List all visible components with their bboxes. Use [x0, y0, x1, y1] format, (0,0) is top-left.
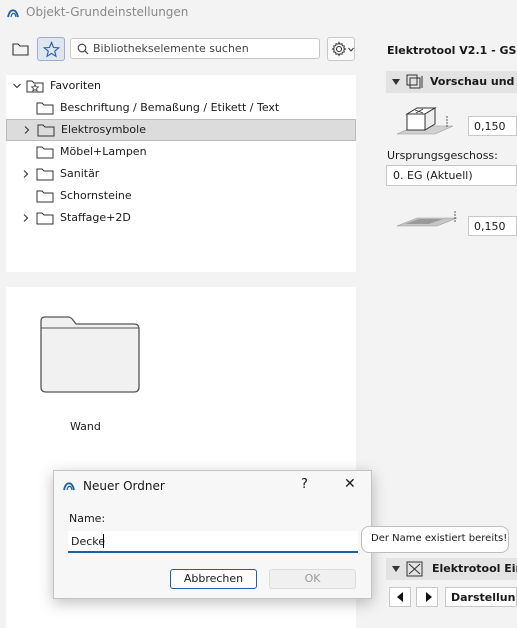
folder-tile-wand[interactable]: Wand	[30, 307, 150, 433]
section-label: Elektrotool Einst	[432, 562, 517, 575]
chevron-down-icon	[392, 79, 400, 85]
view-select-value: Darstellung 3	[451, 591, 517, 604]
elevation-value: 0,150	[474, 120, 506, 133]
name-field[interactable]: Decke	[68, 531, 358, 553]
folder-icon	[36, 212, 54, 225]
tree-item-label: Favoriten	[50, 79, 101, 92]
chevron-down-icon	[348, 47, 354, 52]
window-titlebar: Objekt-Grundeinstellungen	[0, 0, 517, 26]
name-label: Name:	[69, 512, 106, 525]
folder-icon	[36, 146, 54, 159]
next-page-button[interactable]	[416, 587, 438, 607]
settings-button[interactable]	[327, 37, 355, 61]
cancel-button[interactable]: Abbrechen	[170, 569, 257, 589]
search-input[interactable]: Bibliothekselemente suchen	[93, 42, 249, 55]
folder-icon	[37, 124, 55, 137]
chevron-down-icon[interactable]	[12, 81, 22, 91]
chevron-right-icon[interactable]	[21, 213, 31, 223]
section-header-preview[interactable]: Vorschau und Po	[386, 71, 517, 93]
large-folder-icon	[40, 316, 140, 393]
tree-item-label: Staffage+2D	[60, 211, 131, 224]
tree-item-moebel-lampen[interactable]: Möbel+Lampen	[6, 141, 356, 163]
tooltip-text: Der Name existiert bereits!	[371, 533, 508, 544]
tree-item-favoriten[interactable]: Favoriten	[6, 75, 356, 97]
favorites-button[interactable]	[37, 37, 65, 61]
elevation-input-2[interactable]: 0,150	[468, 216, 517, 236]
elevation-input-1[interactable]: 0,150	[468, 116, 517, 136]
ok-button[interactable]: OK	[269, 569, 356, 589]
folder-icon	[36, 102, 54, 115]
new-folder-dialog: Neuer Ordner ? ✕ Name: Decke Abbrechen O…	[53, 470, 372, 599]
tree-item-label: Beschriftung / Bemaßung / Etikett / Text	[60, 101, 280, 114]
folder-icon	[36, 168, 54, 181]
tree-item-label: Elektrosymbole	[61, 123, 146, 136]
tree-item-sanitaer[interactable]: Sanitär	[6, 163, 356, 185]
origin-story-select[interactable]: 0. EG (Aktuell)	[386, 165, 517, 186]
close-icon[interactable]: ✕	[344, 476, 356, 492]
search-icon	[77, 43, 89, 55]
chevron-right-icon[interactable]	[22, 125, 32, 135]
tree-item-label: Sanitär	[60, 167, 100, 180]
dialog-title: Neuer Ordner	[83, 479, 165, 493]
chevron-down-icon	[392, 566, 400, 572]
triangle-right-icon	[426, 592, 432, 602]
name-input[interactable]: Decke	[71, 535, 105, 548]
folder-view-button[interactable]	[9, 38, 33, 60]
gear-icon	[331, 41, 347, 57]
object-title: Elektrotool V2.1 - GSDE	[387, 44, 517, 57]
preview-position-icon	[406, 74, 423, 89]
tree-item-label: Möbel+Lampen	[60, 145, 147, 158]
section-label: Vorschau und Po	[430, 75, 517, 88]
section-header-elektrotool[interactable]: Elektrotool Einst	[386, 558, 517, 580]
app-logo-icon	[7, 9, 19, 18]
help-button[interactable]: ?	[301, 477, 308, 492]
tree-item-label: Schornsteine	[60, 189, 132, 202]
tree-item-elektrosymbole[interactable]: Elektrosymbole	[6, 119, 356, 141]
view-select[interactable]: Darstellung 3	[445, 587, 517, 607]
folder-icon	[36, 190, 54, 203]
tree-item-schornsteine[interactable]: Schornsteine	[6, 185, 356, 207]
chevron-right-icon[interactable]	[21, 169, 31, 179]
window-title: Objekt-Grundeinstellungen	[26, 5, 189, 19]
app-logo-icon	[63, 482, 75, 491]
triangle-left-icon	[397, 592, 403, 602]
tree-item-staffage[interactable]: Staffage+2D	[6, 207, 356, 229]
elevation-value: 0,150	[474, 220, 506, 233]
elevation-box-icon	[396, 107, 454, 135]
star-icon	[43, 41, 60, 58]
library-tree: Favoriten Beschriftung / Bemaßung / Etik…	[6, 75, 356, 272]
tree-item-beschriftung[interactable]: Beschriftung / Bemaßung / Etikett / Text	[6, 97, 356, 119]
error-tooltip: Der Name existiert bereits!	[361, 526, 509, 553]
origin-story-value: 0. EG (Aktuell)	[393, 169, 473, 182]
text-cursor	[103, 534, 104, 548]
elektrotool-settings-icon	[406, 561, 423, 577]
folder-tile-label: Wand	[70, 420, 101, 433]
origin-story-label: Ursprungsgeschoss:	[387, 149, 498, 162]
search-field[interactable]: Bibliothekselemente suchen	[70, 38, 320, 59]
folder-icon	[12, 43, 29, 56]
floor-plane-icon	[396, 211, 458, 227]
star-folder-icon	[26, 80, 44, 93]
prev-page-button[interactable]	[389, 587, 411, 607]
